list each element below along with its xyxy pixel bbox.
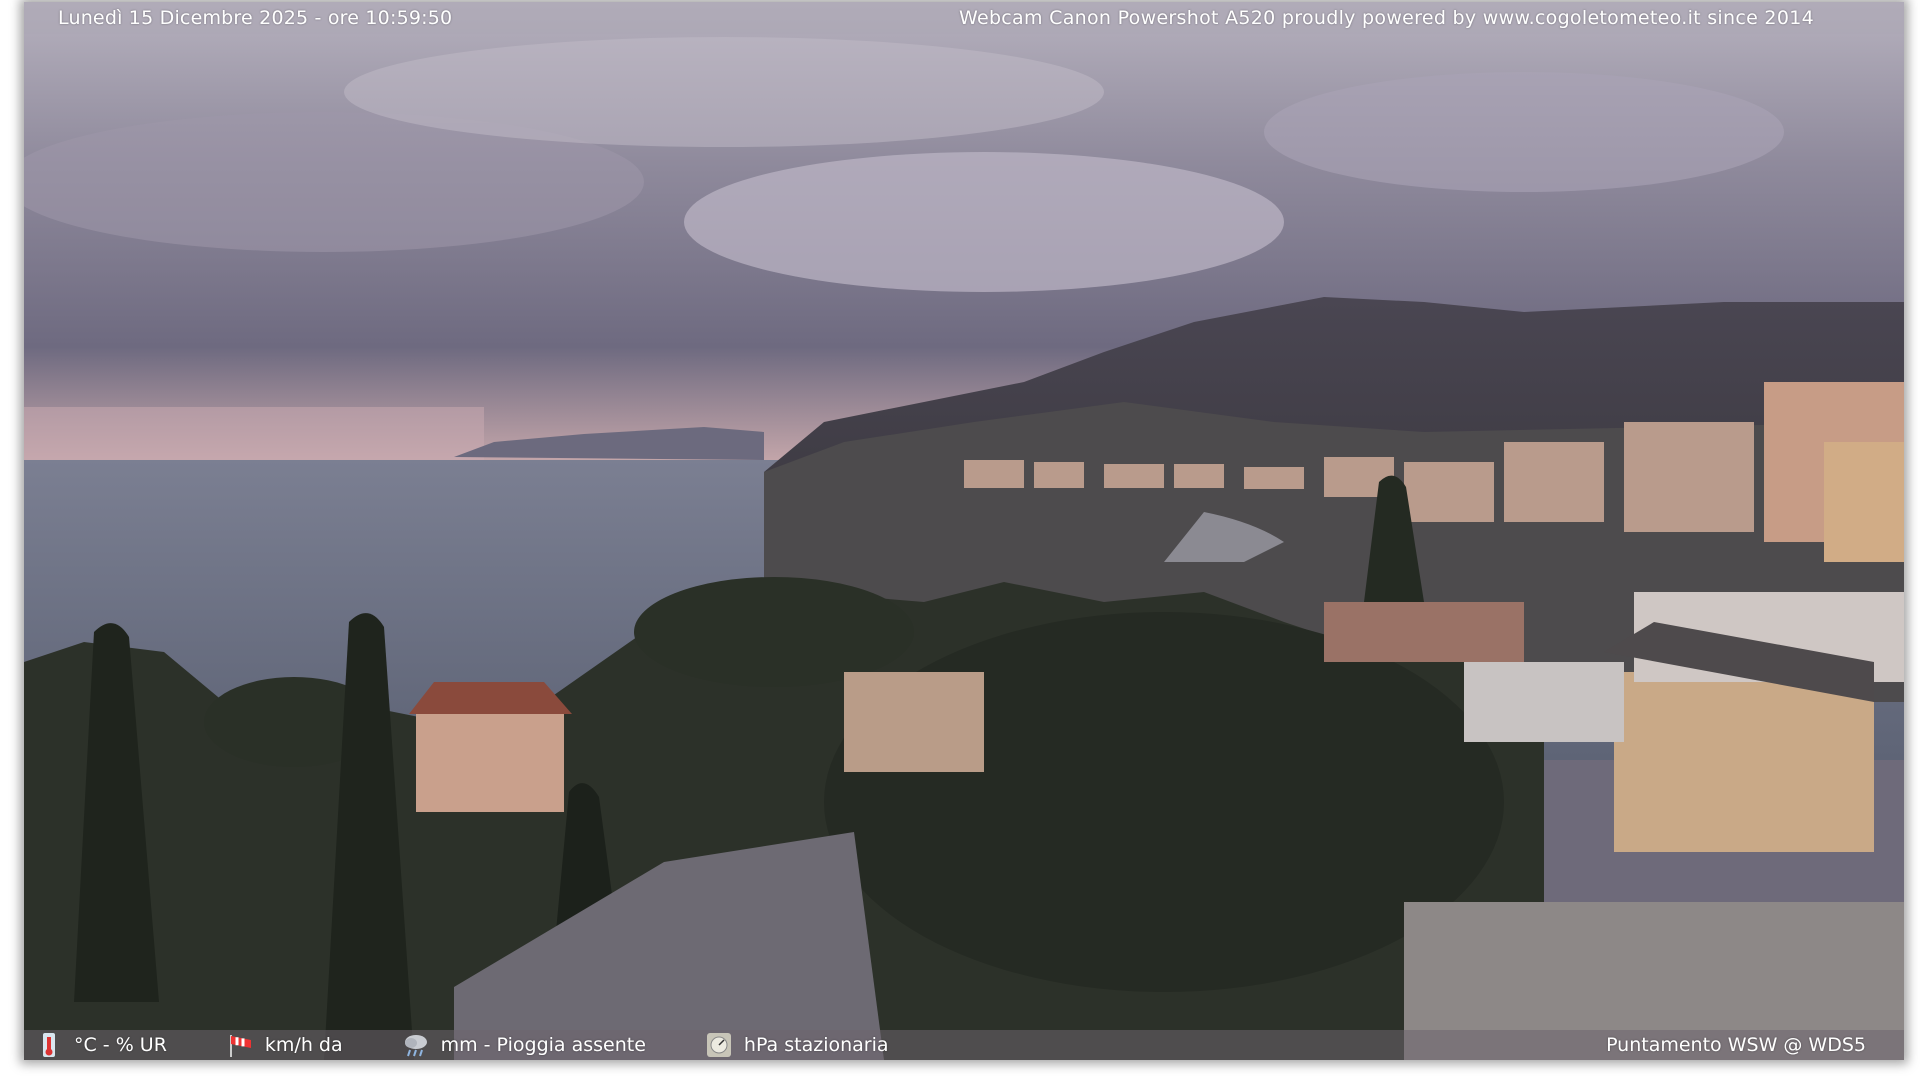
temperature-text: °C - % UR xyxy=(74,1034,167,1056)
header-bar: Lunedì 15 Dicembre 2025 - ore 10:59:50 W… xyxy=(24,2,1904,34)
rain-text: mm - Pioggia assente xyxy=(440,1034,646,1056)
horizon-glow xyxy=(24,407,484,462)
capture-datetime: Lunedì 15 Dicembre 2025 - ore 10:59:50 xyxy=(58,7,453,29)
wind-metric: km/h da xyxy=(225,1031,343,1059)
balcony xyxy=(1464,662,1624,742)
distant-villa xyxy=(844,672,984,772)
windsock-icon xyxy=(229,1035,251,1057)
rain-cloud-icon xyxy=(404,1035,427,1057)
roof-building xyxy=(1324,602,1524,662)
villa xyxy=(416,712,564,812)
umbrella-pine xyxy=(824,612,1504,992)
webcam-photo xyxy=(24,2,1904,1060)
building-right xyxy=(1614,672,1874,852)
villa-roof xyxy=(409,682,572,714)
umbrella-pine xyxy=(634,577,914,687)
weather-bar: °C - % UR km/h da mm - Pioggia assente h… xyxy=(24,1030,1904,1060)
barometer-icon xyxy=(706,1033,731,1057)
rain-metric: mm - Pioggia assente xyxy=(401,1031,646,1059)
cloud xyxy=(344,37,1104,147)
pressure-metric: hPa stazionaria xyxy=(704,1031,889,1059)
cloud xyxy=(1264,72,1784,192)
camera-pointing: Puntamento WSW @ WDS5 xyxy=(1606,1034,1866,1056)
temperature-metric: °C - % UR xyxy=(34,1031,167,1059)
webcam-frame: Lunedì 15 Dicembre 2025 - ore 10:59:50 W… xyxy=(24,2,1904,1060)
thermometer-icon xyxy=(43,1033,55,1057)
wind-text: km/h da xyxy=(264,1034,343,1056)
webcam-credit: Webcam Canon Powershot A520 proudly powe… xyxy=(958,7,1814,29)
cloud xyxy=(684,152,1284,292)
pressure-text: hPa stazionaria xyxy=(743,1034,889,1056)
